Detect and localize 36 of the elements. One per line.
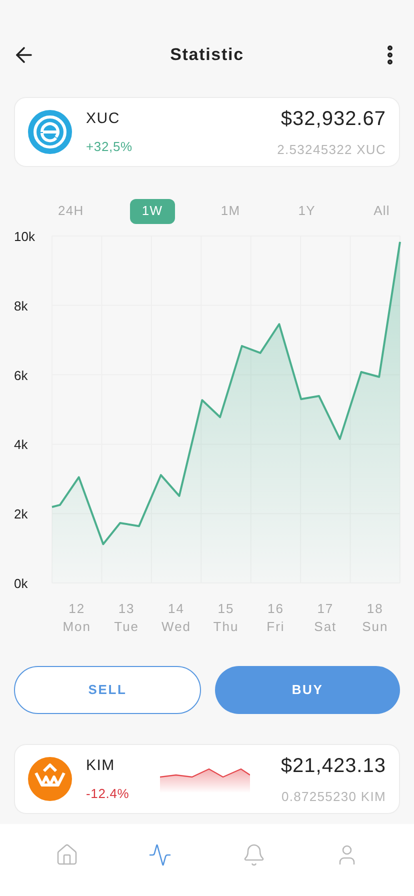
y-axis-label: 6k [14, 368, 28, 383]
range-tab[interactable]: 1W [130, 198, 175, 224]
activity-icon[interactable] [148, 843, 172, 867]
y-axis-label: 10k [14, 229, 35, 244]
range-tab[interactable]: 24H [46, 198, 96, 224]
y-axis-label: 0k [14, 576, 28, 591]
coin-change: -12.4% [86, 784, 130, 802]
x-axis-label: 18 Sun [362, 601, 388, 634]
range-tab[interactable]: 1M [208, 198, 252, 224]
y-axis-label: 2k [14, 506, 28, 522]
coin-card[interactable]: KIM -12.4% $21,423.13 0.87255230 KIM [14, 744, 400, 814]
coin-holding: 2.53245322 XUC [277, 141, 386, 160]
sell-button[interactable]: SELL [14, 666, 201, 714]
home-icon[interactable] [54, 843, 79, 867]
page-title: Statistic [170, 44, 244, 66]
bell-icon[interactable] [242, 843, 266, 867]
x-axis-label: 16 Fri [266, 601, 285, 634]
range-tab[interactable]: 1Y [286, 198, 328, 224]
coin-price: $21,423.13 [280, 754, 386, 780]
x-axis-label: 12 Mon [62, 601, 91, 634]
coin-symbol: KIM [86, 756, 116, 776]
coin-logo-icon [28, 110, 72, 154]
x-axis-label: 15 Thu [213, 601, 239, 634]
y-axis-label: 8k [14, 298, 28, 314]
x-axis-label: 13 Tue [114, 601, 140, 634]
range-tab[interactable]: All [362, 198, 402, 224]
coin-price: $32,932.67 [280, 107, 386, 132]
coin-holding: 0.87255230 KIM [281, 788, 386, 806]
coin-change: +32,5% [86, 138, 132, 156]
coin-logo-icon [28, 757, 72, 801]
buy-button[interactable]: BUY [215, 666, 400, 714]
x-axis-label: 14 Wed [162, 601, 192, 634]
coin-card[interactable]: XUC +32,5% $32,932.67 2.53245322 XUC [14, 97, 400, 167]
x-axis-label: 17 Sat [314, 601, 337, 634]
coin-symbol: XUC [86, 109, 121, 129]
y-axis-label: 4k [14, 437, 28, 452]
